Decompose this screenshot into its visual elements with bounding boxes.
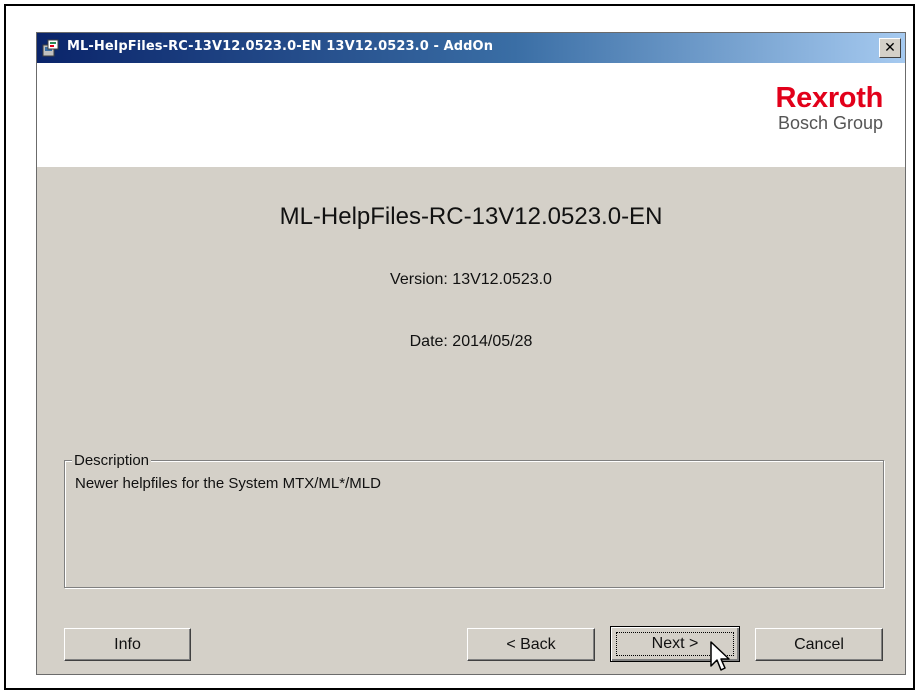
back-button[interactable]: < Back	[467, 628, 595, 661]
info-button[interactable]: Info	[64, 628, 191, 661]
next-button-label: Next >	[651, 635, 699, 652]
screenshot-frame: ML-HelpFiles-RC-13V12.0523.0-EN 13V12.05…	[4, 4, 915, 690]
title-bar[interactable]: ML-HelpFiles-RC-13V12.0523.0-EN 13V12.05…	[37, 33, 905, 63]
description-groupbox: Description Newer helpfiles for the Syst…	[64, 452, 884, 588]
brand-name: Rexroth	[775, 82, 884, 114]
brand-group: Bosch Group	[777, 113, 883, 133]
close-icon: ✕	[884, 40, 896, 56]
close-button[interactable]: ✕	[879, 38, 901, 58]
header-banner: Rexroth Bosch Group	[37, 63, 905, 167]
window-title: ML-HelpFiles-RC-13V12.0523.0-EN 13V12.05…	[67, 39, 494, 54]
mouse-pointer-icon	[710, 641, 730, 671]
brand-logo: Rexroth Bosch Group	[775, 82, 884, 133]
installer-icon	[42, 39, 59, 57]
date-label: Date: 2014/05/28	[409, 333, 533, 350]
cancel-button[interactable]: Cancel	[755, 628, 883, 661]
addon-dialog: ML-HelpFiles-RC-13V12.0523.0-EN 13V12.05…	[36, 32, 906, 675]
product-title: ML-HelpFiles-RC-13V12.0523.0-EN	[279, 203, 663, 230]
description-text: Newer helpfiles for the System MTX/ML*/M…	[75, 475, 381, 492]
description-legend: Description	[72, 452, 152, 469]
version-label: Version: 13V12.0523.0	[390, 271, 552, 288]
